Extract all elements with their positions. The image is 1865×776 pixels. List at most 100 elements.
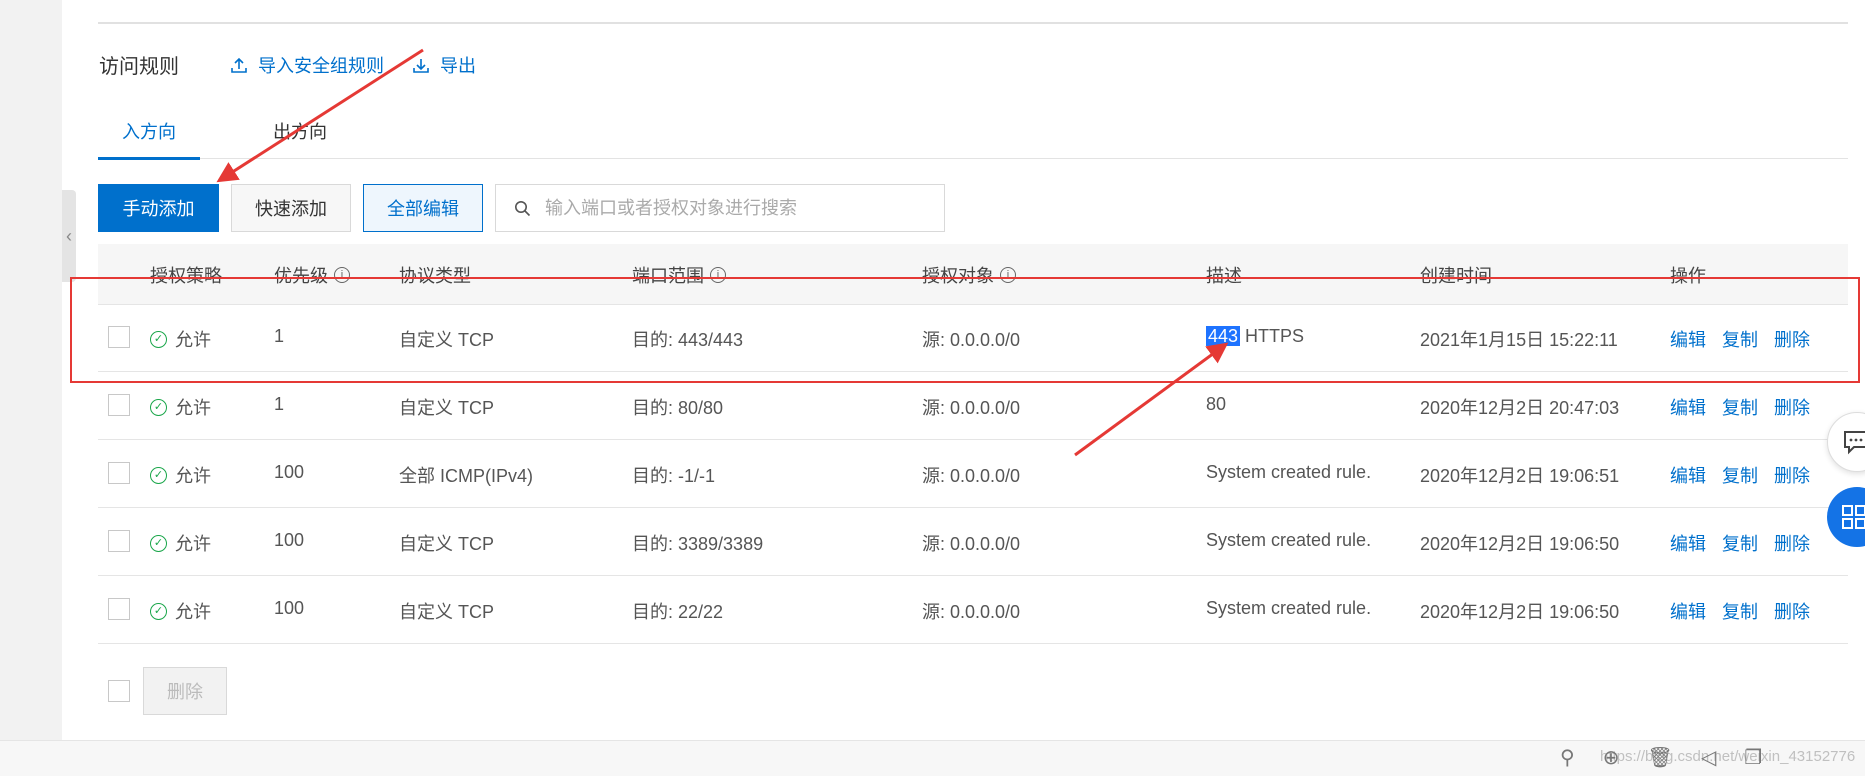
copy-link[interactable]: 复制 [1722, 462, 1758, 488]
download-icon [413, 59, 429, 73]
manual-add-button[interactable]: 手动添加 [98, 184, 219, 232]
batch-delete-button: 删除 [143, 667, 227, 715]
col-port: 端口范围 i [632, 262, 726, 288]
active-tab-indicator [98, 157, 200, 160]
desc-cell: System created rule. [1206, 598, 1372, 618]
select-all-checkbox[interactable] [108, 680, 130, 702]
policy-cell: ✓ 允许 [150, 462, 211, 488]
speaker-icon[interactable]: ◁ [1701, 745, 1716, 770]
row-checkbox[interactable] [108, 326, 130, 348]
policy-label: 允许 [175, 330, 211, 350]
created-cell: 2020年12月2日 19:06:50 [1420, 602, 1620, 622]
row-checkbox[interactable] [108, 530, 130, 552]
import-rules-label: 导入安全组规则 [258, 56, 384, 76]
col-port-label: 端口范围 [632, 266, 704, 286]
policy-label: 允许 [175, 602, 211, 622]
add-icon[interactable]: ⊕ [1603, 745, 1620, 770]
table-row: ✓ 允许 100 全部 ICMP(IPv4) 目的: -1/-1 源: 0.0.0… [98, 440, 1848, 508]
edit-link[interactable]: 编辑 [1670, 598, 1706, 624]
policy-cell: ✓ 允许 [150, 394, 211, 420]
tab-inbound[interactable]: 入方向 [122, 118, 176, 144]
window-icon[interactable]: ❐ [1744, 745, 1762, 770]
selected-text: 443 [1206, 326, 1241, 346]
table-row: ✓ 允许 1 自定义 TCP 目的: 443/443 源: 0.0.0.0/0 4… [98, 304, 1848, 372]
priority-cell: 1 [274, 394, 285, 414]
table-header: 授权策略 优先级 i 协议类型 端口范围 i 授权对象 i 描述 创建时间 操作 [98, 244, 1848, 305]
protocol-cell: 全部 ICMP(IPv4) [399, 466, 534, 486]
protocol-cell: 自定义 TCP [399, 534, 495, 554]
target-cell: 源: 0.0.0.0/0 [922, 534, 1021, 554]
delete-link[interactable]: 删除 [1774, 394, 1810, 420]
copy-link[interactable]: 复制 [1722, 326, 1758, 352]
edit-all-button[interactable]: 全部编辑 [363, 184, 483, 232]
import-rules-link[interactable]: 导入安全组规则 [230, 52, 384, 78]
copy-link[interactable]: 复制 [1722, 394, 1758, 420]
edit-link[interactable]: 编辑 [1670, 530, 1706, 556]
delete-link[interactable]: 删除 [1774, 326, 1810, 352]
protocol-cell: 自定义 TCP [399, 330, 495, 350]
col-priority: 优先级 i [274, 262, 350, 288]
policy-label: 允许 [175, 534, 211, 554]
sidebar-collapse-toggle[interactable]: ‹ [62, 190, 76, 282]
direction-tabs: 入方向 出方向 [98, 104, 1848, 160]
col-priority-label: 优先级 [274, 266, 328, 286]
col-target: 授权对象 i [922, 262, 1016, 288]
policy-cell: ✓ 允许 [150, 598, 211, 624]
delete-link[interactable]: 删除 [1774, 598, 1810, 624]
info-icon[interactable]: i [334, 267, 350, 283]
table-row: ✓ 允许 1 自定义 TCP 目的: 80/80 源: 0.0.0.0/0 80 … [98, 372, 1848, 440]
policy-cell: ✓ 允许 [150, 530, 211, 556]
col-actions-label: 操作 [1670, 266, 1706, 286]
desc-cell: 443 HTTPS [1206, 326, 1304, 347]
col-policy-label: 授权策略 [150, 266, 222, 286]
delete-link[interactable]: 删除 [1774, 462, 1810, 488]
protocol-cell: 自定义 TCP [399, 398, 495, 418]
delete-link[interactable]: 删除 [1774, 530, 1810, 556]
col-actions: 操作 [1670, 262, 1706, 288]
col-desc: 描述 [1206, 262, 1242, 288]
search-icon [515, 200, 531, 216]
port-cell: 目的: -1/-1 [632, 466, 716, 486]
port-cell: 目的: 3389/3389 [632, 534, 764, 554]
copy-link[interactable]: 复制 [1722, 530, 1758, 556]
priority-cell: 100 [274, 462, 305, 482]
check-circle-icon: ✓ [150, 330, 167, 348]
edit-link[interactable]: 编辑 [1670, 326, 1706, 352]
col-protocol-label: 协议类型 [399, 266, 471, 286]
rule-search[interactable] [495, 184, 945, 232]
check-circle-icon: ✓ [150, 534, 167, 552]
info-icon[interactable]: i [1000, 267, 1016, 283]
grid-icon [1842, 505, 1865, 529]
search-input[interactable] [543, 196, 927, 220]
trash-icon[interactable]: 🗑 [1647, 745, 1672, 770]
quick-add-button[interactable]: 快速添加 [231, 184, 351, 232]
col-created: 创建时间 [1420, 262, 1492, 288]
tab-outbound[interactable]: 出方向 [273, 118, 327, 144]
export-label: 导出 [440, 56, 476, 76]
table-row: ✓ 允许 100 自定义 TCP 目的: 22/22 源: 0.0.0.0/0 S… [98, 576, 1848, 644]
target-cell: 源: 0.0.0.0/0 [922, 330, 1021, 350]
upload-icon [231, 57, 247, 73]
target-cell: 源: 0.0.0.0/0 [922, 602, 1021, 622]
rocket-icon[interactable]: ⚲ [1560, 745, 1575, 770]
desc-text: HTTPS [1240, 326, 1305, 346]
col-target-label: 授权对象 [922, 266, 994, 286]
col-desc-label: 描述 [1206, 266, 1242, 286]
col-created-label: 创建时间 [1420, 266, 1492, 286]
priority-cell: 100 [274, 530, 305, 550]
created-cell: 2020年12月2日 20:47:03 [1420, 398, 1620, 418]
check-circle-icon: ✓ [150, 466, 167, 484]
row-checkbox[interactable] [108, 462, 130, 484]
port-cell: 目的: 443/443 [632, 330, 744, 350]
copy-link[interactable]: 复制 [1722, 598, 1758, 624]
edit-link[interactable]: 编辑 [1670, 462, 1706, 488]
export-link[interactable]: 导出 [412, 52, 476, 78]
chat-icon [1844, 431, 1865, 455]
divider [98, 22, 1848, 24]
target-cell: 源: 0.0.0.0/0 [922, 398, 1021, 418]
row-checkbox[interactable] [108, 394, 130, 416]
bottom-toolbar: ⚲ ⊕ 🗑 ◁ ❐ [1560, 745, 1762, 770]
row-checkbox[interactable] [108, 598, 130, 620]
info-icon[interactable]: i [710, 267, 726, 283]
edit-link[interactable]: 编辑 [1670, 394, 1706, 420]
